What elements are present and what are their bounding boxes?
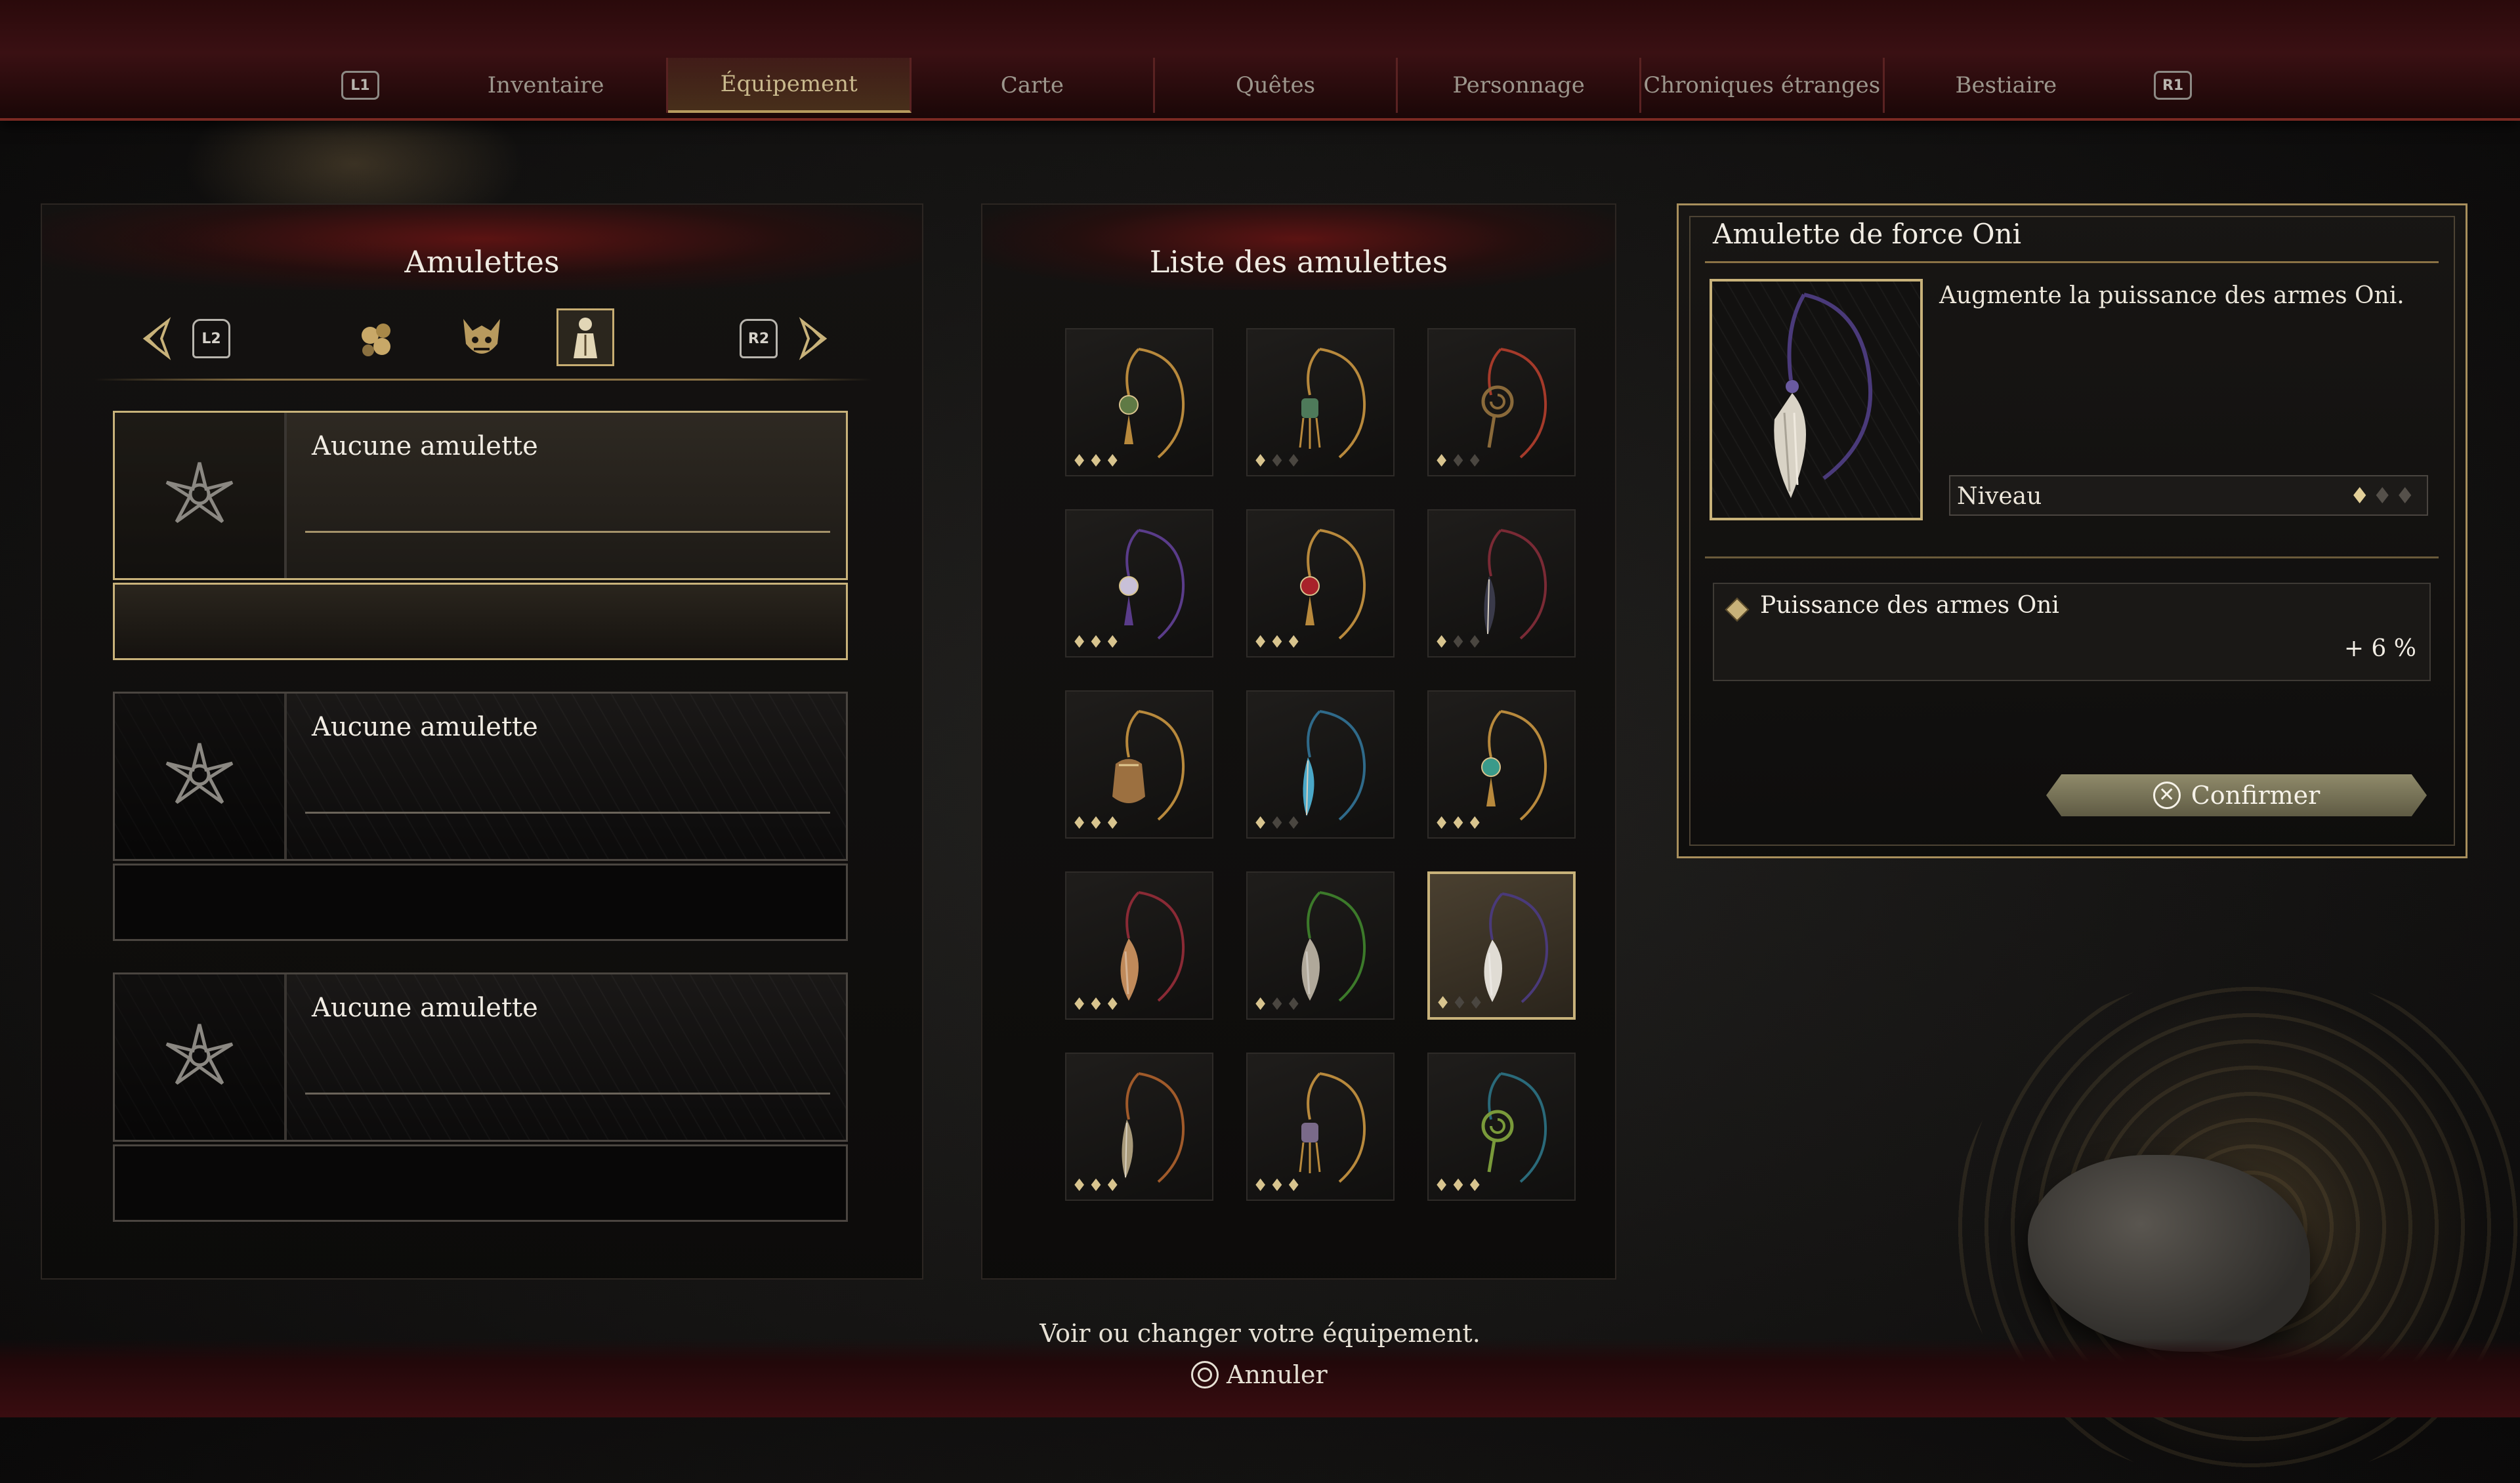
tab-equipement[interactable]: Équipement (668, 58, 912, 113)
next-category-arrow-icon[interactable] (786, 310, 844, 367)
amulet-level-indicator: ♦♦♦ (1434, 633, 1484, 652)
empty-slot-icon (115, 694, 287, 859)
level-label: Niveau (1957, 483, 2042, 510)
amulet-list-item[interactable]: ♦♦♦ (1246, 690, 1395, 839)
prev-category-arrow-icon[interactable] (126, 310, 184, 367)
amulet-list-item[interactable]: ♦♦♦ (1065, 690, 1213, 839)
amulet-level-indicator: ♦♦♦ (1072, 633, 1122, 652)
amulet-level-indicator: ♦♦♦ (1434, 451, 1484, 471)
detail-title: Amulette de force Oni (1713, 218, 2022, 250)
beads-category-icon[interactable] (348, 310, 406, 367)
amulet-level-indicator: ♦♦♦ (1434, 814, 1484, 833)
amulet-level-indicator: ♦♦♦ (1072, 995, 1122, 1014)
panel-title: Liste des amulettes (1149, 244, 1448, 280)
r2-label: R2 (740, 319, 778, 358)
amulet-level-indicator: ♦♦♦ (1253, 1176, 1303, 1196)
amulet-level-indicator: ♦♦♦ (1435, 993, 1485, 1013)
amulet-list-item[interactable]: ♦♦♦ (1246, 328, 1395, 476)
slot-name: Aucune amulette (312, 431, 538, 461)
level-indicator: ♦♦♦ (2349, 483, 2418, 509)
tab-chroniques-etranges[interactable]: Chroniques étranges (1641, 58, 1885, 113)
l1-button-hint[interactable]: L1 (341, 71, 379, 100)
footer-hint: Voir ou changer votre équipement. (1040, 1319, 1480, 1348)
tab-carte[interactable]: Carte (912, 58, 1155, 113)
diamond-icon (1725, 597, 1750, 622)
amulet-level-indicator: ♦♦♦ (1253, 995, 1303, 1014)
tab-inventaire[interactable]: Inventaire (425, 58, 669, 113)
level-row: Niveau ♦♦♦ (1949, 475, 2428, 516)
main-nav: L1 Inventaire Équipement Carte Quêtes Pe… (328, 58, 2192, 113)
cancel-label: Annuler (1227, 1360, 1328, 1389)
amulet-list-item[interactable]: ♦♦♦ (1427, 509, 1576, 658)
robed-figure-category-icon[interactable] (556, 308, 614, 366)
detail-description: Augmente la puissance des armes Oni. (1939, 282, 2404, 309)
fur-amulet-icon (1774, 293, 1873, 498)
tab-personnage[interactable]: Personnage (1398, 58, 1641, 113)
detail-amulet-image (1710, 279, 1923, 520)
amulet-list-item[interactable]: ♦♦♦ (1065, 509, 1213, 658)
slot-name: Aucune amulette (312, 993, 538, 1023)
amulet-list-item[interactable]: ♦♦♦ (1427, 1053, 1576, 1201)
amulet-list-item[interactable]: ♦♦♦ (1246, 871, 1395, 1020)
amulet-list-item[interactable]: ♦♦♦ (1246, 509, 1395, 658)
slot-effects-area (113, 864, 848, 941)
amulet-list-item[interactable]: ♦♦♦ (1427, 328, 1576, 476)
amulet-list-item[interactable]: ♦♦♦ (1246, 1053, 1395, 1201)
stat-row: Puissance des armes Oni + 6 % (1713, 583, 2431, 681)
amulet-level-indicator: ♦♦♦ (1434, 1176, 1484, 1196)
amulet-list-item[interactable]: ♦♦♦ (1065, 328, 1213, 476)
divider (94, 379, 872, 381)
tab-quetes[interactable]: Quêtes (1155, 58, 1398, 113)
r2-trigger-hint[interactable]: R2 (730, 310, 788, 367)
panel-title: Amulettes (404, 244, 560, 280)
slot-name: Aucune amulette (312, 712, 538, 742)
amulet-list-item[interactable]: ♦♦♦ (1065, 871, 1213, 1020)
empty-slot-icon (115, 413, 287, 578)
cross-button-icon: ✕ (2152, 782, 2181, 809)
slot-effects-area (113, 583, 848, 660)
slot-effects-area (113, 1144, 848, 1222)
confirm-label: Confirmer (2191, 781, 2320, 810)
cancel-hint[interactable]: Annuler (1191, 1358, 1328, 1391)
amulet-list-item[interactable]: ♦♦♦ (1065, 1053, 1213, 1201)
stat-name: Puissance des armes Oni (1760, 592, 2059, 619)
oni-mask-category-icon[interactable] (453, 310, 511, 367)
amulet-level-indicator: ♦♦♦ (1072, 814, 1122, 833)
amulet-level-indicator: ♦♦♦ (1072, 451, 1122, 471)
l2-trigger-hint[interactable]: L2 (182, 310, 240, 367)
amulet-list-item[interactable]: ♦♦♦ (1427, 690, 1576, 839)
tab-bestiaire[interactable]: Bestiaire (1885, 58, 2128, 113)
amulet-level-indicator: ♦♦♦ (1253, 814, 1303, 833)
confirm-button[interactable]: ✕ Confirmer (2046, 774, 2427, 816)
amulet-level-indicator: ♦♦♦ (1253, 451, 1303, 471)
stat-value: + 6 % (2343, 635, 2416, 662)
l2-label: L2 (192, 319, 230, 358)
r1-button-hint[interactable]: R1 (2154, 71, 2192, 100)
amulet-list-item[interactable]: ♦♦♦ (1427, 871, 1576, 1020)
circle-button-icon (1191, 1361, 1219, 1389)
amulet-level-indicator: ♦♦♦ (1253, 633, 1303, 652)
amulet-level-indicator: ♦♦♦ (1072, 1176, 1122, 1196)
empty-slot-icon (115, 974, 287, 1140)
